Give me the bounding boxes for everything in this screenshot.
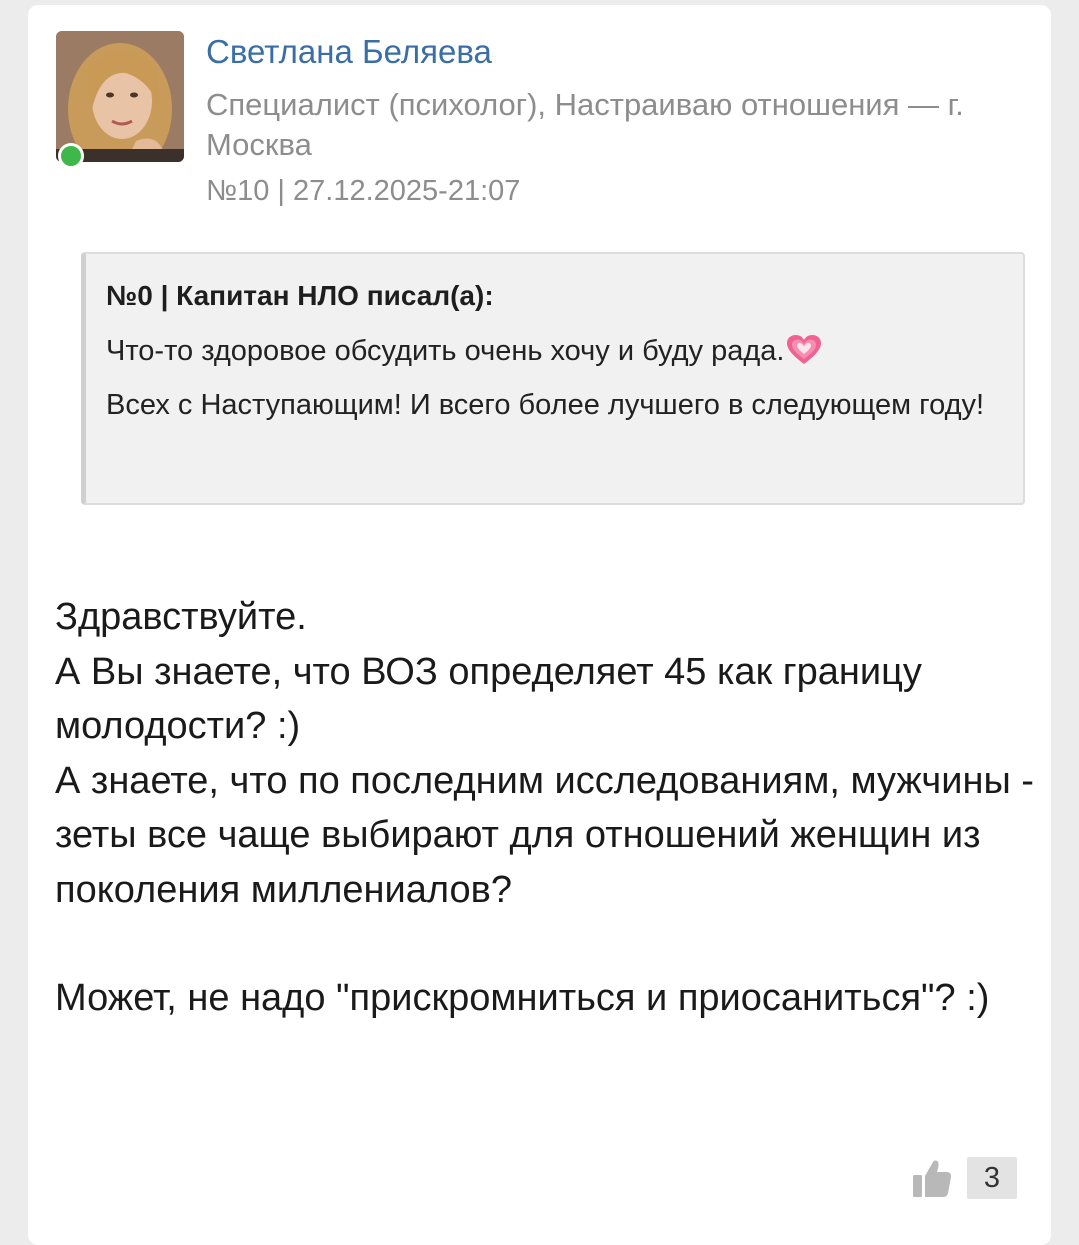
author-name-link[interactable]: Светлана Беляева xyxy=(206,33,492,71)
quoted-post: №0 | Капитан НЛО писал(а): Что-то здоров… xyxy=(81,252,1025,505)
post-paragraph: Может, не надо "прискромниться и приосан… xyxy=(55,977,990,1019)
heart-icon xyxy=(787,335,822,364)
author-description: Специалист (психолог), Настраиваю отноше… xyxy=(206,87,964,162)
online-status-indicator xyxy=(58,143,84,169)
post-paragraph: А Вы знаете, что ВОЗ определяет 45 как г… xyxy=(55,650,922,748)
quote-text: Что-то здоровое обсудить очень хочу и бу… xyxy=(106,324,1003,432)
post-paragraph: А знаете, что по последним исследованиям… xyxy=(55,759,1034,911)
avatar[interactable] xyxy=(56,31,184,162)
quote-header: №0 | Капитан НЛО писал(а): xyxy=(106,280,494,311)
avatar-image xyxy=(56,31,184,162)
forum-post-card: Светлана Беляева Специалист (психолог), … xyxy=(28,5,1051,1245)
post-paragraph: Здравствуйте. xyxy=(55,596,307,638)
quote-text-continued: Всех с Наступающим! И всего более лучшег… xyxy=(106,389,985,421)
post-body: Здравствуйте. А Вы знаете, что ВОЗ опред… xyxy=(55,590,1035,1026)
thumbs-up-icon[interactable] xyxy=(911,1157,953,1199)
like-control[interactable]: 3 xyxy=(911,1157,1017,1199)
like-count: 3 xyxy=(967,1157,1017,1199)
post-meta: №10 | 27.12.2025-21:07 xyxy=(206,175,521,207)
quote-text-line: Что-то здоровое обсудить очень хочу и бу… xyxy=(106,335,785,367)
